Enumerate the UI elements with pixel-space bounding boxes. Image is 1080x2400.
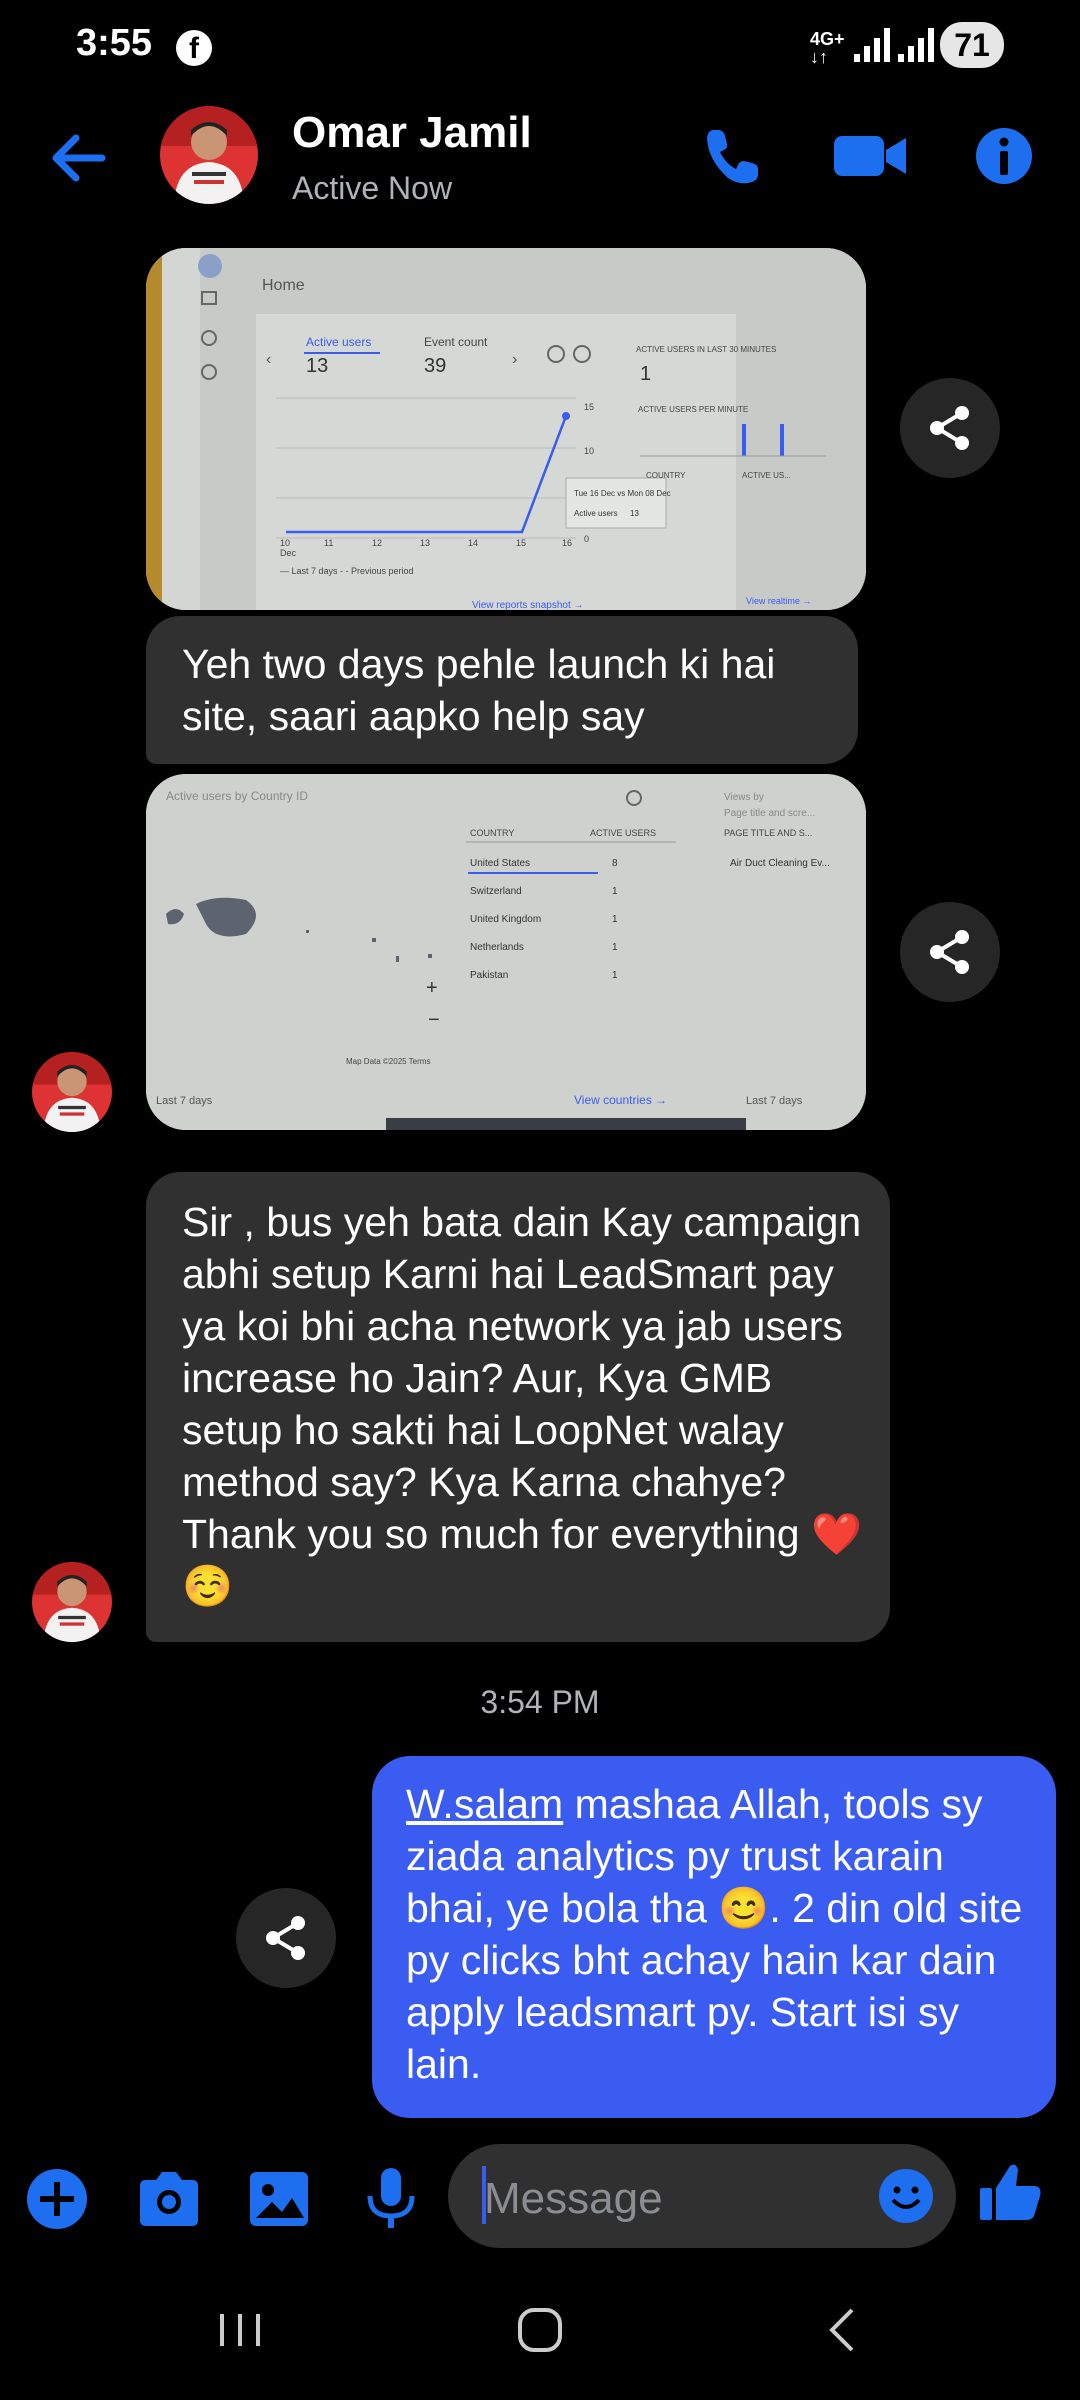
signal-icon-2 bbox=[898, 28, 934, 62]
map-title: Active users by Country ID bbox=[166, 789, 308, 803]
realtime-label: ACTIVE USERS IN LAST 30 MINUTES bbox=[636, 345, 776, 354]
message-placeholder: Message bbox=[484, 2174, 663, 2223]
x-tick: 15 bbox=[516, 538, 526, 548]
chevron-left-icon: ‹ bbox=[266, 351, 271, 368]
date-range: Last 7 days bbox=[156, 1095, 213, 1107]
message-link[interactable]: W.salam bbox=[406, 1781, 563, 1827]
share-button[interactable] bbox=[900, 902, 1000, 1002]
x-tick: 16 bbox=[562, 538, 572, 548]
share-button[interactable] bbox=[236, 1888, 336, 1988]
back-nav-icon[interactable] bbox=[814, 2300, 874, 2360]
message-text: Yeh two days pehle launch ki hai site, s… bbox=[182, 641, 776, 739]
y-tick: 0 bbox=[584, 534, 589, 544]
battery-icon: 71 bbox=[940, 22, 1004, 68]
home-button-icon[interactable] bbox=[510, 2300, 570, 2360]
column-active-users: ACTIVE USERS bbox=[590, 828, 656, 838]
x-tick: 12 bbox=[372, 538, 382, 548]
svg-text:1: 1 bbox=[612, 942, 618, 953]
analytics-photo-1[interactable]: Home Active users 13 Event count 39 ‹ › … bbox=[146, 248, 866, 610]
svg-text:United States: United States bbox=[470, 858, 530, 869]
emoji-icon[interactable] bbox=[876, 2166, 936, 2226]
video-call-icon[interactable] bbox=[830, 124, 910, 188]
analytics-photo-2[interactable]: Active users by Country ID + − Map Data … bbox=[146, 774, 866, 1130]
page-title-dropdown: Page title and scre... bbox=[724, 808, 815, 819]
view-realtime-link: View realtime → bbox=[746, 596, 811, 606]
svg-text:1: 1 bbox=[612, 914, 618, 925]
share-icon bbox=[266, 1916, 305, 1960]
svg-text:1: 1 bbox=[612, 970, 618, 981]
message-text: W.salam mashaa Allah, tools sy ziada ana… bbox=[406, 1781, 1023, 2087]
sender-avatar[interactable] bbox=[32, 1562, 112, 1642]
date-range: Last 7 days bbox=[746, 1095, 803, 1107]
message-text: Sir , bus yeh bata dain Kay campaign abh… bbox=[182, 1199, 863, 1609]
active-us-label: ACTIVE US... bbox=[742, 471, 791, 480]
svg-text:8: 8 bbox=[612, 858, 618, 869]
microphone-icon[interactable] bbox=[356, 2164, 426, 2234]
phone-call-icon[interactable] bbox=[700, 124, 764, 188]
tooltip-date: Tue 16 Dec vs Mon 08 Dec bbox=[574, 489, 671, 498]
tooltip-value: 13 bbox=[630, 509, 639, 518]
outgoing-message[interactable]: W.salam mashaa Allah, tools sy ziada ana… bbox=[372, 1756, 1056, 2118]
avatar[interactable] bbox=[160, 106, 258, 204]
recent-apps-icon[interactable] bbox=[210, 2300, 270, 2360]
page-row: Air Duct Cleaning Ev... bbox=[730, 858, 830, 869]
column-country: COUNTRY bbox=[470, 828, 514, 838]
x-tick: 14 bbox=[468, 538, 478, 548]
svg-text:Netherlands: Netherlands bbox=[470, 942, 524, 953]
signal-icon bbox=[854, 28, 890, 62]
x-tick: 11 bbox=[324, 538, 333, 548]
x-month: Dec bbox=[280, 548, 297, 558]
chart-legend: — Last 7 days - - Previous period bbox=[280, 566, 414, 576]
contact-name[interactable]: Omar Jamil bbox=[292, 108, 532, 158]
tooltip-label: Active users bbox=[574, 509, 618, 518]
y-tick: 10 bbox=[584, 446, 594, 456]
per-minute-label: ACTIVE USERS PER MINUTE bbox=[638, 405, 748, 414]
svg-text:Switzerland: Switzerland bbox=[470, 886, 522, 897]
info-icon[interactable] bbox=[972, 124, 1036, 188]
active-users-value: 13 bbox=[306, 355, 328, 377]
facebook-notification-icon: f bbox=[176, 30, 212, 66]
message-timestamp: 3:54 PM bbox=[480, 1684, 600, 1720]
x-tick: 13 bbox=[420, 538, 430, 548]
status-time: 3:55 bbox=[76, 22, 153, 64]
svg-text:1: 1 bbox=[612, 886, 618, 897]
event-count-value: 39 bbox=[424, 355, 446, 377]
share-button[interactable] bbox=[900, 378, 1000, 478]
zoom-out-icon: − bbox=[428, 1009, 440, 1031]
back-arrow-icon[interactable] bbox=[46, 126, 110, 190]
views-by-label: Views by bbox=[724, 792, 764, 803]
home-label: Home bbox=[262, 277, 305, 294]
svg-text:Pakistan: Pakistan bbox=[470, 970, 508, 981]
map-data-label: Map Data ©2025 Terms bbox=[346, 1057, 430, 1066]
zoom-in-icon: + bbox=[426, 977, 438, 999]
share-icon bbox=[930, 406, 969, 450]
camera-icon[interactable] bbox=[134, 2164, 204, 2234]
y-tick: 15 bbox=[584, 402, 594, 412]
page-title-column: PAGE TITLE AND S... bbox=[724, 828, 812, 838]
home-icon bbox=[198, 254, 222, 278]
view-snapshot-link: View reports snapshot → bbox=[472, 600, 584, 610]
plus-icon[interactable] bbox=[22, 2164, 92, 2234]
x-tick: 10 bbox=[280, 538, 290, 548]
svg-text:United Kingdom: United Kingdom bbox=[470, 914, 541, 925]
incoming-message[interactable]: Yeh two days pehle launch ki hai site, s… bbox=[146, 616, 858, 764]
country-label: COUNTRY bbox=[646, 471, 686, 480]
share-icon bbox=[930, 930, 969, 974]
realtime-value: 1 bbox=[640, 363, 651, 385]
network-type: 4G+ ↓↑ bbox=[810, 29, 845, 67]
sender-avatar[interactable] bbox=[32, 1052, 112, 1132]
contact-status: Active Now bbox=[292, 170, 453, 206]
event-count-label: Event count bbox=[424, 335, 488, 349]
incoming-message[interactable]: Sir , bus yeh bata dain Kay campaign abh… bbox=[146, 1172, 890, 1642]
message-input[interactable]: Message bbox=[448, 2144, 956, 2248]
view-countries-link: View countries → bbox=[574, 1093, 667, 1107]
chevron-right-icon: › bbox=[512, 351, 517, 368]
thumbs-up-icon[interactable] bbox=[976, 2158, 1046, 2228]
gallery-icon[interactable] bbox=[244, 2164, 314, 2234]
active-users-label: Active users bbox=[306, 335, 371, 349]
